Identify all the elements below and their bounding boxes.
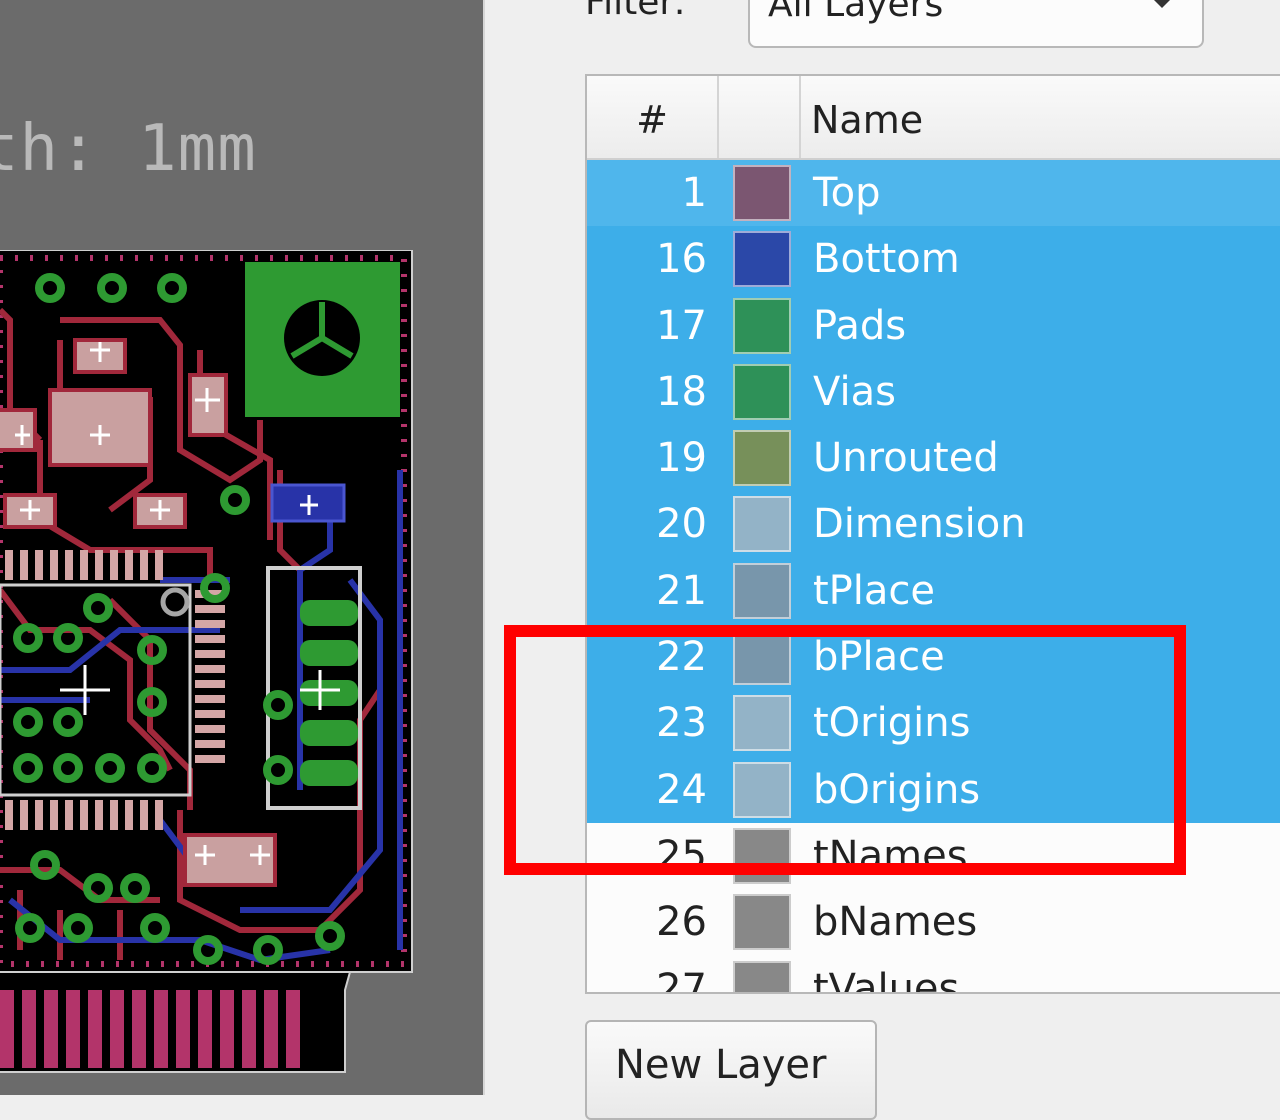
column-header-color[interactable] xyxy=(719,76,801,158)
layer-number: 23 xyxy=(656,700,707,747)
layer-number: 25 xyxy=(656,832,707,879)
trace-width-readout: th: 1mm xyxy=(0,112,257,186)
table-header: # Name xyxy=(587,76,1280,160)
filter-dropdown[interactable]: All Layers xyxy=(748,0,1204,48)
layer-color-swatch[interactable] xyxy=(733,231,791,288)
pcb-canvas[interactable]: th: 1mm xyxy=(0,0,483,1095)
layer-name: tValues xyxy=(813,965,960,994)
layer-number: 27 xyxy=(656,965,707,994)
layer-name: bPlace xyxy=(813,634,945,681)
table-row[interactable]: 22 bPlace xyxy=(587,624,1280,691)
layer-number: 24 xyxy=(656,766,707,813)
layer-name: bNames xyxy=(813,899,978,946)
layer-number: 21 xyxy=(656,567,707,614)
layer-color-swatch[interactable] xyxy=(733,430,791,487)
new-layer-button[interactable]: New Layer xyxy=(585,1020,877,1120)
table-row[interactable]: 20 Dimension xyxy=(587,491,1280,558)
layer-number: 17 xyxy=(656,302,707,349)
table-row[interactable]: 23 tOrigins xyxy=(587,690,1280,757)
layer-color-swatch[interactable] xyxy=(733,761,791,818)
layer-color-swatch[interactable] xyxy=(733,960,791,992)
filter-selected-value: All Layers xyxy=(768,0,944,25)
layer-color-swatch[interactable] xyxy=(733,695,791,752)
layer-number: 16 xyxy=(656,236,707,283)
table-row[interactable]: 17 Pads xyxy=(587,292,1280,359)
column-header-name[interactable]: Name xyxy=(801,76,1280,158)
layer-name: Bottom xyxy=(813,236,960,283)
table-row[interactable]: 27 tValues xyxy=(587,956,1280,994)
table-row[interactable]: 1 Top xyxy=(587,160,1280,227)
layer-name: Vias xyxy=(813,368,896,415)
layer-name: tPlace xyxy=(813,567,936,614)
layer-name: bOrigins xyxy=(813,766,981,813)
layer-color-swatch[interactable] xyxy=(733,297,791,354)
layer-number: 20 xyxy=(656,501,707,548)
new-layer-button-label: New Layer xyxy=(615,1042,827,1088)
layer-color-swatch[interactable] xyxy=(733,827,791,884)
filter-label: Filter: xyxy=(585,0,686,23)
layer-number: 19 xyxy=(656,435,707,482)
layers-panel: Filter: All Layers # Name 1 Top 16 Bottom 17… xyxy=(483,0,1280,1120)
layer-name: Dimension xyxy=(813,501,1026,548)
layer-color-swatch[interactable] xyxy=(733,165,791,221)
table-row[interactable]: 18 Vias xyxy=(587,358,1280,426)
layer-number: 26 xyxy=(656,899,707,946)
layer-color-swatch[interactable] xyxy=(733,894,791,951)
layer-color-swatch[interactable] xyxy=(733,496,791,553)
layer-color-swatch[interactable] xyxy=(733,363,791,420)
layer-name: tNames xyxy=(813,832,968,879)
table-row[interactable]: 19 Unrouted xyxy=(587,425,1280,492)
layer-table[interactable]: # Name 1 Top 16 Bottom 17 Pads 18 Vias 19 Unroute… xyxy=(585,74,1280,994)
pcb-board-graphic xyxy=(0,250,413,1073)
layer-color-swatch[interactable] xyxy=(733,562,791,619)
layer-name: Top xyxy=(813,170,881,216)
layer-rows: 1 Top 16 Bottom 17 Pads 18 Vias 19 Unrouted 20 Dime… xyxy=(587,160,1280,994)
layer-color-swatch[interactable] xyxy=(733,629,791,686)
table-row[interactable]: 26 bNames xyxy=(587,889,1280,955)
layer-name: Pads xyxy=(813,302,907,349)
layer-number: 22 xyxy=(656,634,707,681)
layer-number: 1 xyxy=(681,170,707,216)
column-header-number[interactable]: # xyxy=(587,76,719,158)
table-row[interactable]: 25 tNames xyxy=(587,823,1280,889)
layer-number: 18 xyxy=(656,368,707,415)
table-row[interactable]: 16 Bottom xyxy=(587,226,1280,293)
layer-name: tOrigins xyxy=(813,700,971,747)
table-row[interactable]: 21 tPlace xyxy=(587,557,1280,625)
layer-name: Unrouted xyxy=(813,435,999,482)
table-row[interactable]: 24 bOrigins xyxy=(587,756,1280,823)
chevron-down-icon xyxy=(1148,0,1176,8)
